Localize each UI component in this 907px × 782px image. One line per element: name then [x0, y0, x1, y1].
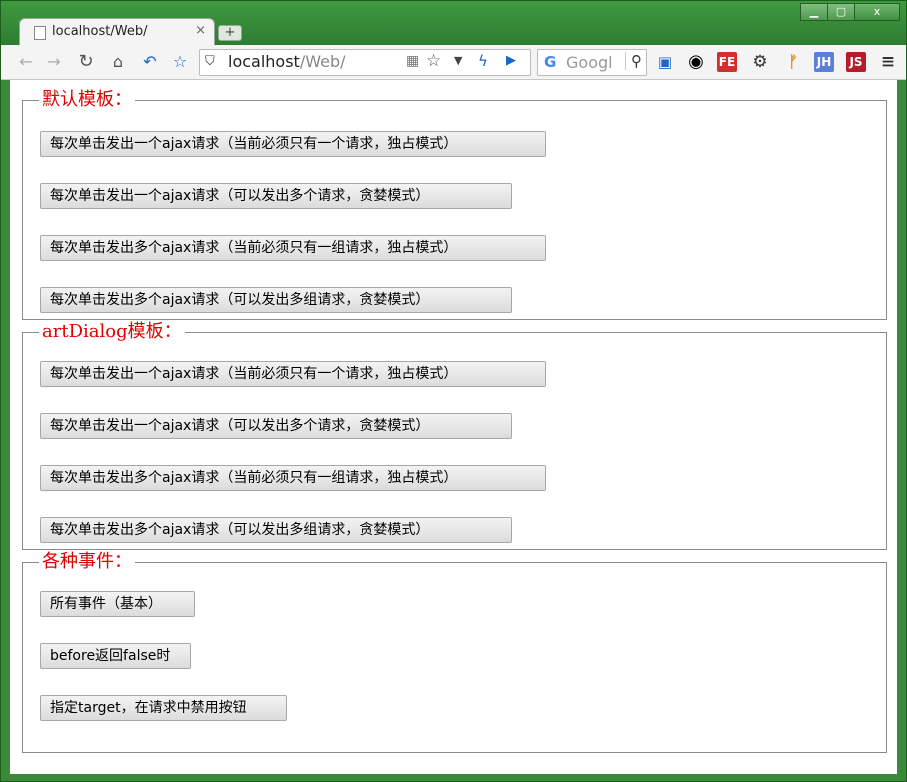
default-multi-greedy-button[interactable]: 每次单击发出多个ajax请求（可以发出多组请求，贪婪模式）	[40, 287, 512, 313]
url-host: localhost	[228, 52, 300, 71]
circle-icon[interactable]: ◉	[686, 52, 706, 72]
search-icon[interactable]: ⚲	[625, 52, 642, 70]
all-events-button[interactable]: 所有事件（基本）	[40, 591, 195, 617]
search-box[interactable]: G Googl ⚲	[537, 49, 647, 76]
target-disable-button[interactable]: 指定target，在请求中禁用按钮	[40, 695, 287, 721]
default-single-exclusive-button[interactable]: 每次单击发出一个ajax请求（当前必须只有一个请求，独占模式）	[40, 131, 546, 157]
artdialog-multi-exclusive-button[interactable]: 每次单击发出多个ajax请求（当前必须只有一组请求，独占模式）	[40, 465, 546, 491]
browser-window: ▁ ▢ x localhost/Web/ × + ← → ↻ ⌂ ↶ ☆ ⛉ l…	[0, 0, 907, 782]
home-icon[interactable]: ⌂	[107, 51, 129, 73]
default-single-greedy-button[interactable]: 每次单击发出一个ajax请求（可以发出多个请求，贪婪模式）	[40, 183, 512, 209]
forward-icon[interactable]: →	[43, 51, 65, 73]
section-artdialog-template: artDialog模板： 每次单击发出一个ajax请求（当前必须只有一个请求，独…	[22, 322, 887, 550]
default-multi-exclusive-button[interactable]: 每次单击发出多个ajax请求（当前必须只有一组请求，独占模式）	[40, 235, 546, 261]
url-path: /Web/	[299, 52, 346, 71]
new-tab-button[interactable]: +	[218, 25, 242, 41]
artdialog-single-exclusive-button[interactable]: 每次单击发出一个ajax请求（当前必须只有一个请求，独占模式）	[40, 361, 546, 387]
maximize-button[interactable]: ▢	[827, 3, 855, 21]
window-controls: ▁ ▢ x	[800, 3, 900, 21]
dropdown-icon[interactable]: ▼	[454, 54, 462, 67]
fe-icon[interactable]: FE	[717, 52, 737, 72]
close-window-button[interactable]: x	[854, 3, 900, 21]
star-icon[interactable]: ☆	[426, 51, 441, 71]
reload-icon[interactable]: ↻	[75, 51, 97, 73]
page-content: 默认模板： 每次单击发出一个ajax请求（当前必须只有一个请求，独占模式） 每次…	[10, 80, 897, 774]
section-legend: 默认模板：	[42, 89, 132, 110]
branch-icon[interactable]: ᚠ	[783, 52, 803, 72]
section-default-template: 默认模板： 每次单击发出一个ajax请求（当前必须只有一个请求，独占模式） 每次…	[22, 90, 887, 320]
browser-tab[interactable]: localhost/Web/ ×	[19, 18, 215, 46]
lightning-icon[interactable]: ϟ	[478, 52, 488, 70]
back-icon[interactable]: ←	[15, 51, 37, 73]
browser-toolbar: ← → ↻ ⌂ ↶ ☆ ⛉ localhost/Web/ ▦ ☆ ▼ ϟ ▶ G…	[1, 45, 906, 80]
shield-icon: ⛉	[205, 54, 215, 69]
section-legend: 各种事件：	[42, 551, 132, 572]
before-false-button[interactable]: before返回false时	[40, 643, 191, 669]
plus-grid-icon[interactable]: ▣	[655, 52, 675, 72]
undo-icon[interactable]: ↶	[139, 51, 161, 73]
page-icon	[34, 26, 46, 40]
menu-icon[interactable]: ≡	[878, 52, 898, 72]
qr-code-icon[interactable]: ▦	[406, 53, 419, 69]
address-url[interactable]: localhost/Web/	[228, 52, 346, 71]
bookmark-star-icon[interactable]: ☆	[169, 51, 191, 73]
google-icon: G	[544, 53, 557, 71]
artdialog-single-greedy-button[interactable]: 每次单击发出一个ajax请求（可以发出多个请求，贪婪模式）	[40, 413, 512, 439]
section-legend: artDialog模板：	[42, 321, 182, 342]
gear-icon[interactable]: ⚙	[750, 52, 770, 72]
tab-title: localhost/Web/	[52, 24, 148, 39]
tab-close-icon[interactable]: ×	[195, 23, 206, 38]
title-bar: ▁ ▢ x localhost/Web/ × +	[1, 1, 906, 46]
address-bar[interactable]: ⛉ localhost/Web/ ▦ ☆ ▼ ϟ ▶	[199, 49, 531, 76]
js-icon[interactable]: JS	[846, 52, 866, 72]
jh-icon[interactable]: JH	[814, 52, 834, 72]
artdialog-multi-greedy-button[interactable]: 每次单击发出多个ajax请求（可以发出多组请求，贪婪模式）	[40, 517, 512, 543]
section-events: 各种事件： 所有事件（基本） before返回false时 指定target，在…	[22, 552, 887, 753]
minimize-button[interactable]: ▁	[800, 3, 828, 21]
search-placeholder: Googl	[566, 53, 613, 72]
play-icon[interactable]: ▶	[506, 53, 516, 68]
